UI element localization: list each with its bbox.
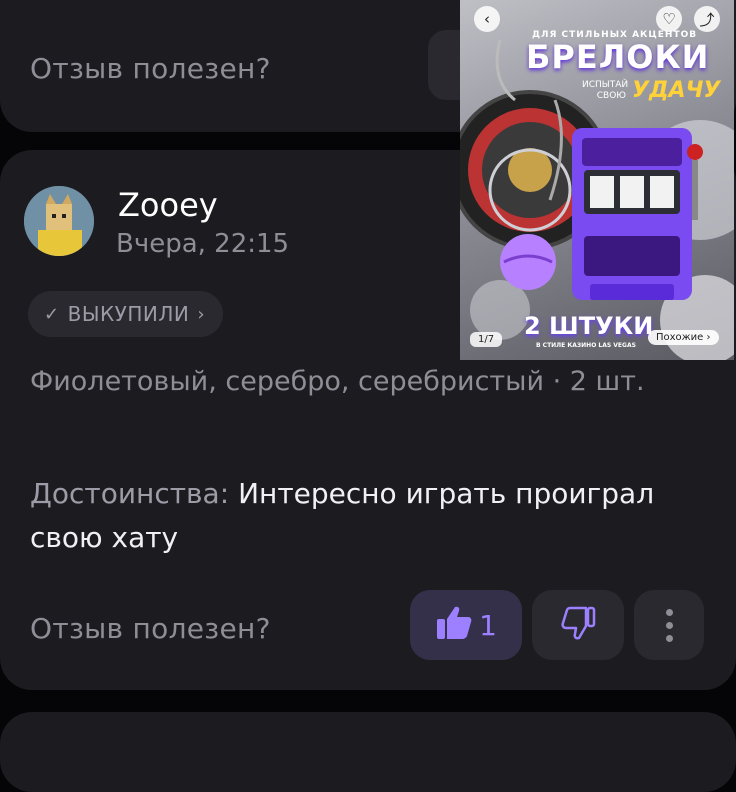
purchased-badge[interactable]: ✓ ВЫКУПИЛИ › xyxy=(28,291,224,337)
share-icon[interactable]: ⤴ xyxy=(694,6,720,32)
helpful-question: Отзыв полезен? xyxy=(30,612,271,645)
chevron-left-icon[interactable]: ‹ xyxy=(474,6,500,32)
like-button[interactable]: 1 xyxy=(410,590,522,660)
preview-count-title: 2 ШТУКИ xyxy=(524,312,654,340)
preview-try-text: ИСПЫТАЙ СВОЮ xyxy=(582,80,629,101)
dislike-button[interactable] xyxy=(532,590,624,660)
heart-icon[interactable]: ♡ xyxy=(656,6,682,32)
similar-button[interactable]: Похожие › xyxy=(648,330,719,345)
pros-label: Достоинства: xyxy=(30,477,230,510)
next-review-card xyxy=(0,712,736,792)
product-image-preview[interactable]: ‹ ♡ ⤴ ДЛЯ СТИЛЬНЫХ АКЦЕНТОВ БРЕЛОКИ ИСПЫ… xyxy=(460,0,734,360)
product-variant: Фиолетовый, серебро, серебристый · 2 шт. xyxy=(30,366,645,397)
image-pager: 1/7 xyxy=(470,332,503,347)
check-icon: ✓ xyxy=(44,303,60,325)
preview-brand-word: УДАЧУ xyxy=(632,78,721,103)
thumbs-up-icon xyxy=(435,605,473,645)
like-count: 1 xyxy=(479,608,497,642)
thumbs-down-icon xyxy=(560,606,596,644)
review-date: Вчера, 22:15 xyxy=(116,229,290,259)
preview-title: БРЕЛОКИ xyxy=(526,38,710,76)
avatar[interactable] xyxy=(24,186,94,256)
review-pros: Достоинства: Интересно играть проиграл с… xyxy=(30,472,670,560)
chevron-right-icon: › xyxy=(197,303,206,325)
helpful-question: Отзыв полезен? xyxy=(30,52,271,85)
author-name[interactable]: Zooey xyxy=(118,186,218,224)
more-options-button[interactable] xyxy=(634,590,704,660)
badge-label: ВЫКУПИЛИ xyxy=(67,302,190,326)
preview-count-subtitle: В СТИЛЕ КАЗИНО LAS VEGAS xyxy=(536,342,636,349)
more-vertical-icon xyxy=(665,608,673,642)
